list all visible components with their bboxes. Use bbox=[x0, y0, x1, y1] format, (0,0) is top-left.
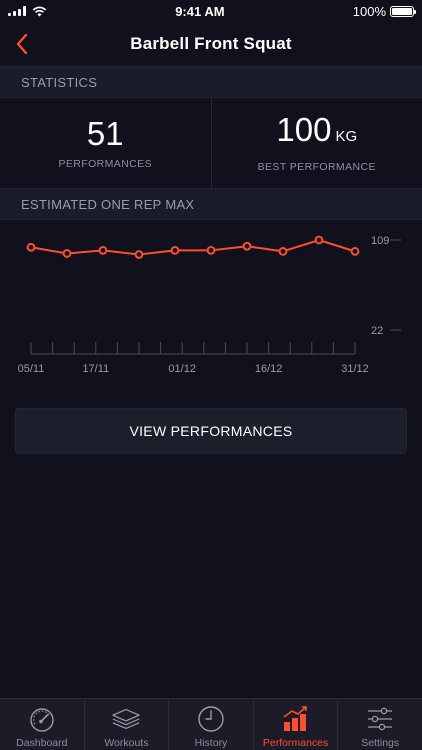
bar-chart-icon bbox=[280, 705, 312, 733]
data-point bbox=[278, 246, 288, 256]
chevron-left-icon bbox=[16, 33, 28, 55]
tab-bar: Dashboard Workouts History Performances … bbox=[0, 698, 422, 750]
stats-panel: 51 PERFORMANCES 100 KG BEST PERFORMANCE bbox=[0, 97, 422, 188]
estimated-1rm-header: ESTIMATED ONE REP MAX bbox=[0, 188, 422, 220]
one-rep-max-chart[interactable]: 05/11 17/11 01/12 16/12 31/12 109 22 bbox=[0, 220, 422, 380]
tab-label: Performances bbox=[262, 737, 329, 749]
status-time: 9:41 AM bbox=[175, 3, 225, 19]
battery-icon bbox=[390, 5, 416, 17]
tab-performances[interactable]: Performances bbox=[252, 699, 338, 750]
battery-percent: 100% bbox=[352, 3, 386, 19]
y-tick-label: 22 bbox=[371, 325, 383, 337]
tab-workouts[interactable]: Workouts bbox=[83, 699, 169, 750]
data-point bbox=[206, 245, 216, 255]
tab-label: Workouts bbox=[104, 737, 149, 749]
chart-svg: 05/11 17/11 01/12 16/12 31/12 109 22 bbox=[18, 235, 401, 375]
clock-icon bbox=[195, 705, 227, 733]
tab-history[interactable]: History bbox=[168, 699, 253, 750]
gauge-icon bbox=[26, 705, 58, 733]
status-left bbox=[8, 6, 47, 17]
data-point bbox=[314, 235, 324, 245]
data-point bbox=[98, 245, 108, 255]
view-performances-button[interactable]: VIEW PERFORMANCES bbox=[15, 408, 407, 454]
nav-bar: Barbell Front Squat bbox=[0, 22, 422, 66]
page-title: Barbell Front Squat bbox=[130, 34, 292, 53]
statistics-header: STATISTICS bbox=[0, 66, 422, 98]
x-tick-label: 17/11 bbox=[82, 363, 109, 375]
tab-label: History bbox=[194, 737, 228, 749]
signal-icon bbox=[8, 6, 26, 16]
data-point bbox=[170, 245, 180, 255]
stat-best-performance: 100 KG BEST PERFORMANCE bbox=[210, 97, 422, 188]
layers-icon bbox=[110, 705, 142, 733]
series-line bbox=[30, 238, 356, 256]
x-tick-label: 16/12 bbox=[255, 363, 283, 375]
tab-label: Dashboard bbox=[16, 737, 68, 749]
y-tick-label: 109 bbox=[371, 235, 389, 247]
stat-label: PERFORMANCES bbox=[58, 157, 152, 170]
tab-label: Settings bbox=[361, 737, 400, 749]
back-button[interactable] bbox=[10, 31, 34, 57]
x-tick-label: 05/11 bbox=[18, 363, 45, 375]
stat-value: 100 KG bbox=[276, 112, 357, 155]
tab-dashboard[interactable]: Dashboard bbox=[0, 699, 84, 750]
x-tick-label: 31/12 bbox=[341, 363, 369, 375]
stat-label: BEST PERFORMANCE bbox=[257, 161, 376, 173]
wifi-icon bbox=[32, 6, 47, 16]
x-tick-label: 01/12 bbox=[168, 363, 196, 375]
data-point bbox=[62, 249, 72, 258]
stat-number: 51 bbox=[86, 114, 124, 152]
stat-value: 51 bbox=[86, 114, 124, 152]
data-point bbox=[26, 242, 36, 252]
stat-performances: 51 PERFORMANCES bbox=[0, 97, 211, 188]
tab-settings[interactable]: Settings bbox=[337, 699, 422, 750]
stat-number: 100 bbox=[276, 111, 332, 148]
status-right: 100% bbox=[352, 3, 416, 19]
data-point bbox=[242, 241, 252, 251]
status-bar: 9:41 AM 100% bbox=[0, 0, 422, 22]
data-point bbox=[350, 246, 360, 256]
stat-unit: KG bbox=[335, 128, 358, 145]
data-point bbox=[134, 250, 144, 259]
sliders-icon bbox=[364, 705, 396, 733]
